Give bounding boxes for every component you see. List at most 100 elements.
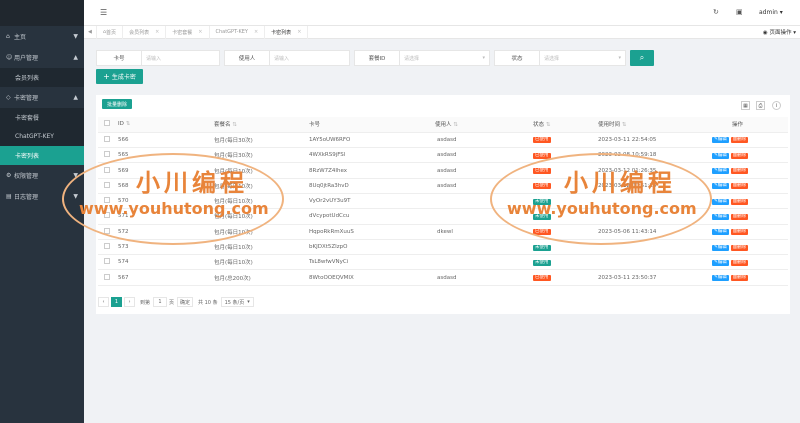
menu-toggle-icon[interactable]: ☰	[100, 8, 107, 17]
next-page-button[interactable]: ›	[124, 297, 135, 307]
chevron-down-icon: ▾	[618, 55, 621, 61]
status-select[interactable]: 请选择 ▾	[540, 50, 626, 66]
prev-page-button[interactable]: ‹	[98, 297, 109, 307]
tab-member-list[interactable]: 会员列表 ×	[123, 25, 167, 39]
sidebar-item-card-package[interactable]: 卡密套餐	[0, 108, 84, 127]
sidebar-item-card-mgmt[interactable]: ◇ 卡密管理 ▲	[0, 87, 84, 108]
sort-icon[interactable]: ⇅	[546, 122, 551, 128]
row-checkbox-cell	[98, 132, 118, 149]
row-checkbox[interactable]	[104, 135, 110, 142]
sort-icon[interactable]: ⇅	[453, 122, 458, 128]
user-input[interactable]: 请输入	[270, 50, 350, 66]
page-ops-menu[interactable]: ◉ 页面操作 ▾	[763, 28, 796, 36]
refresh-icon[interactable]: ↻	[713, 8, 719, 16]
chevron-down-icon: ▾	[482, 55, 485, 61]
per-page-select[interactable]: 15 条/页 ▾	[220, 297, 254, 307]
delete-button[interactable]: ▥删除	[730, 244, 749, 251]
tag-icon: ◇	[6, 94, 11, 101]
sidebar-item-card-list[interactable]: 卡密列表	[0, 146, 84, 165]
gear-icon: ⚙	[6, 172, 12, 179]
edit-button[interactable]: ✎编辑	[712, 168, 729, 175]
delete-button[interactable]: ▥删除	[730, 137, 749, 144]
search-form: 卡号 请输入 使用人 请输入 套餐ID 请选择 ▾ 状态 请选择 ▾ ⌕	[96, 50, 654, 66]
edit-button[interactable]: ✎编辑	[712, 244, 729, 251]
edit-button[interactable]: ✎编辑	[712, 198, 729, 205]
lock-icon[interactable]: ▣	[736, 8, 743, 16]
row-checkbox[interactable]	[104, 258, 110, 265]
delete-button[interactable]: ▥删除	[730, 183, 749, 190]
current-page[interactable]: 1	[111, 297, 122, 307]
sort-icon[interactable]: ⇅	[232, 122, 237, 128]
sort-icon[interactable]: ⇅	[622, 122, 627, 128]
sidebar-item-chatgpt-key[interactable]: ChatGPT-KEY	[0, 127, 84, 146]
status-badge: 已使用	[533, 275, 551, 282]
delete-button[interactable]: ▥删除	[730, 168, 749, 175]
sidebar-item-label: 权限管理	[14, 173, 39, 180]
edit-button[interactable]: ✎编辑	[712, 275, 729, 282]
close-icon[interactable]: ×	[155, 29, 159, 35]
chevron-down-icon: ▾	[247, 299, 250, 305]
info-icon[interactable]: i	[772, 101, 781, 110]
cell-status: 已使用	[533, 132, 598, 149]
goto-page-input[interactable]: 1	[153, 297, 168, 307]
edit-button[interactable]: ✎编辑	[712, 152, 729, 159]
tab-card-package[interactable]: 卡密套餐 ×	[166, 25, 210, 39]
search-button[interactable]: ⌕	[630, 50, 654, 66]
col-id[interactable]: ID ⇅	[118, 117, 214, 133]
delete-button[interactable]: ▥删除	[730, 152, 749, 159]
cell-card: dVcypotUdCcu	[309, 208, 435, 225]
status-badge: 已使用	[533, 137, 551, 144]
cell-package: 包月(每日10次)	[214, 254, 309, 271]
table-header-row: ID ⇅ 套餐名 ⇅ 卡号 使用人 ⇅ 状态 ⇅ 使用时间 ⇅ 操作	[98, 117, 788, 133]
col-user[interactable]: 使用人 ⇅	[435, 117, 533, 133]
cell-card: 8Uq0jtRa3hvD	[309, 178, 435, 194]
tab-prev[interactable]: ◀	[84, 25, 97, 39]
row-checkbox[interactable]	[104, 273, 110, 280]
generate-card-button[interactable]: + 生成卡密	[96, 69, 143, 84]
sidebar-item-member-list[interactable]: 会员列表	[0, 68, 84, 87]
cell-actions: ✎编辑 ▥删除	[712, 162, 788, 179]
pagination: ‹ 1 › 到第 1 页 确定 共 10 条 15 条/页 ▾	[98, 296, 254, 308]
cell-actions: ✎编辑 ▥删除	[712, 269, 788, 286]
sidebar-item-home[interactable]: ⌂ 主页 ▼	[0, 26, 84, 47]
col-package[interactable]: 套餐名 ⇅	[214, 117, 309, 133]
edit-button[interactable]: ✎编辑	[712, 229, 729, 236]
delete-button[interactable]: ▥删除	[730, 275, 749, 282]
col-time[interactable]: 使用时间 ⇅	[598, 117, 712, 133]
sidebar-item-user-mgmt[interactable]: ☺ 用户管理 ▲	[0, 47, 84, 68]
cell-card: VyOr2vUY3u9T	[309, 193, 435, 210]
card-input[interactable]: 请输入	[142, 50, 220, 66]
columns-icon[interactable]: ▦	[741, 101, 750, 110]
close-icon[interactable]: ×	[297, 29, 301, 35]
delete-button[interactable]: ▥删除	[730, 229, 749, 236]
row-checkbox[interactable]	[104, 151, 110, 158]
batch-delete-button[interactable]: 批量删除	[102, 99, 132, 109]
col-status[interactable]: 状态 ⇅	[533, 117, 598, 133]
cell-actions: ✎编辑 ▥删除	[712, 239, 788, 256]
user-menu[interactable]: admin ▾	[759, 9, 783, 16]
tab-home[interactable]: ⌂ 首页	[97, 25, 124, 39]
top-bar: ☰ ↻ ▣ admin ▾	[84, 0, 800, 26]
edit-button[interactable]: ✎编辑	[712, 183, 729, 190]
edit-button[interactable]: ✎编辑	[712, 213, 729, 220]
close-icon[interactable]: ×	[198, 29, 202, 35]
delete-button[interactable]: ▥删除	[730, 259, 749, 266]
confirm-button[interactable]: 确定	[177, 297, 194, 307]
row-checkbox[interactable]	[104, 243, 110, 250]
tab-card-list[interactable]: 卡密列表 ×	[265, 25, 309, 39]
delete-button[interactable]: ▥删除	[730, 213, 749, 220]
print-icon[interactable]: ⎙	[756, 101, 765, 110]
package-select[interactable]: 请选择 ▾	[400, 50, 490, 66]
close-icon[interactable]: ×	[254, 29, 258, 35]
delete-button[interactable]: ▥删除	[730, 198, 749, 205]
status-badge: 未使用	[533, 259, 551, 266]
cell-status: 已使用	[533, 269, 598, 286]
edit-button[interactable]: ✎编辑	[712, 259, 729, 266]
cell-card: 1AY5oUW6RFO	[309, 132, 435, 149]
edit-button[interactable]: ✎编辑	[712, 137, 729, 144]
status-label: 状态	[494, 50, 540, 66]
chevron-up-icon: ▲	[73, 94, 78, 101]
sort-icon[interactable]: ⇅	[126, 121, 131, 127]
select-all-checkbox[interactable]	[104, 120, 110, 127]
tab-chatgpt-key[interactable]: ChatGPT-KEY ×	[210, 25, 266, 39]
